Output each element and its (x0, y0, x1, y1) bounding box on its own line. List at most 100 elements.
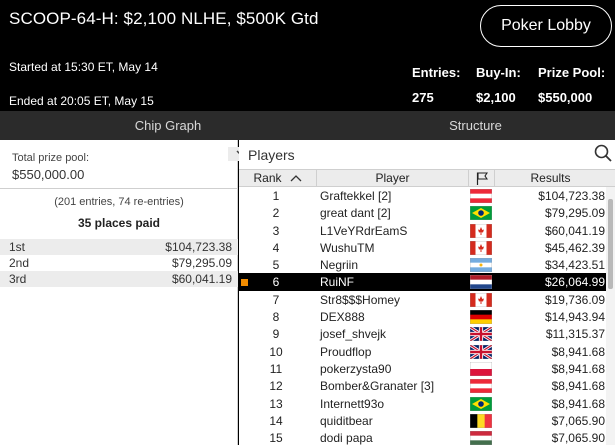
player-result: $34,423.51 (544, 258, 605, 273)
player-name: josef_shvejk (320, 327, 387, 342)
player-name: pokerzysta90 (320, 361, 392, 376)
player-result: $60,041.19 (544, 223, 605, 238)
player-rank: 11 (269, 361, 283, 376)
search-icon[interactable] (594, 144, 612, 162)
player-rank: 4 (272, 240, 280, 255)
player-name: Internett93o (320, 396, 385, 411)
player-result: $8,941.68 (551, 361, 605, 376)
buyin-label: Buy-In: (476, 65, 521, 80)
player-result: $19,736.09 (544, 292, 605, 307)
sort-up-icon (290, 175, 301, 182)
players-table-header: Rank Player Results (239, 169, 615, 187)
rank-header-label: Rank (253, 171, 282, 185)
prize-pool-value: $550,000 (538, 90, 593, 105)
player-row[interactable]: 1 Graftekkel [2] $104,723.38 (239, 187, 606, 204)
player-rank: 12 (269, 379, 283, 394)
payout-list: 1st $104,723.38 2nd $79,295.09 3rd $60,0… (0, 239, 238, 287)
player-name: L1VeYRdrEamS (320, 223, 408, 238)
results-column-header[interactable]: Results (495, 170, 606, 186)
player-rank: 9 (272, 327, 280, 342)
entries-label: Entries: (412, 65, 461, 80)
payout-row: 2nd $79,295.09 (0, 255, 238, 271)
player-rank: 15 (269, 431, 283, 445)
poland-flag-icon (470, 361, 492, 376)
player-rank: 3 (272, 223, 280, 238)
player-rank: 2 (272, 206, 280, 221)
argentina-flag-icon (470, 258, 492, 273)
prize-panel: Total prize pool: $550,000.00 (201 entri… (0, 140, 238, 445)
buyin-value: $2,100 (476, 90, 516, 105)
player-row[interactable]: 7 Str8$$$Homey $19,736.09 (239, 291, 606, 308)
players-scrollbar[interactable] (606, 187, 615, 445)
payout-amount: $104,723.38 (165, 240, 232, 254)
player-result: $79,295.09 (544, 206, 605, 221)
poker-lobby-button[interactable]: Poker Lobby (480, 5, 612, 47)
player-name: great dant [2] (320, 206, 391, 221)
players-panel: Players Rank Player Results 1 Graftekkel … (239, 140, 615, 445)
player-rank: 10 (269, 344, 283, 359)
player-row[interactable]: 3 L1VeYRdrEamS $60,041.19 (239, 222, 606, 239)
player-rank: 8 (272, 310, 280, 325)
player-result: $26,064.99 (544, 275, 605, 290)
rank-column-header[interactable]: Rank (239, 170, 317, 186)
selected-player-marker (241, 279, 248, 286)
payout-place: 2nd (9, 256, 30, 270)
total-prize-pool-value: $550,000.00 (12, 167, 85, 182)
payout-row: 1st $104,723.38 (0, 239, 238, 255)
player-row[interactable]: 14 quiditbear $7,065.90 (239, 412, 606, 429)
player-result: $11,315.37 (545, 327, 605, 342)
payout-amount: $79,295.09 (171, 256, 232, 270)
player-name: DEX888 (320, 310, 365, 325)
tab-bar: Chip Graph Structure (0, 111, 615, 140)
tab-chip-graph[interactable]: Chip Graph (0, 111, 336, 140)
start-time: Started at 15:30 ET, May 14 (9, 60, 158, 74)
player-column-header[interactable]: Player (317, 170, 469, 186)
places-paid: 35 places paid (77, 216, 161, 230)
player-name: Graftekkel [2] (320, 189, 392, 203)
scrollbar-thumb[interactable] (608, 199, 613, 289)
player-name: dodi papa (320, 431, 373, 445)
player-row[interactable]: 11 pokerzysta90 $8,941.68 (239, 360, 606, 377)
player-row[interactable]: 4 WushuTM $45,462.39 (239, 239, 606, 256)
player-row[interactable]: 6 RuiNF $26,064.99 (239, 273, 606, 291)
prize-pool-label: Prize Pool: (538, 65, 606, 80)
player-row[interactable]: 12 Bomber&Granater [3] $8,941.68 (239, 377, 606, 394)
player-rank: 13 (269, 396, 283, 411)
austria-flag-icon (470, 189, 492, 203)
hungary-flag-icon (470, 431, 492, 445)
player-row[interactable]: 10 Proudflop $8,941.68 (239, 343, 606, 360)
canada-flag-icon (470, 240, 492, 255)
canada-flag-icon (470, 223, 492, 238)
uk-flag-icon (470, 327, 492, 342)
players-table-body: 1 Graftekkel [2] $104,723.38 2 great dant [2… (239, 187, 606, 445)
player-name: Negriin (320, 258, 359, 273)
player-result: $45,462.39 (544, 240, 605, 255)
player-row[interactable]: 2 great dant [2] $79,295.09 (239, 204, 606, 221)
uk-flag-icon (470, 344, 492, 359)
payout-amount: $60,041.19 (171, 272, 232, 286)
payout-row: 3rd $60,041.19 (0, 271, 238, 287)
entries-breakdown: (201 entries, 74 re-entries) (54, 196, 184, 208)
player-row[interactable]: 15 dodi papa $7,065.90 (239, 429, 606, 445)
player-result: $8,941.68 (551, 396, 605, 411)
player-row[interactable]: 13 Internett93o $8,941.68 (239, 395, 606, 412)
player-name: Str8$$$Homey (320, 292, 401, 307)
player-result: $7,065.90 (551, 431, 605, 445)
player-name: Bomber&Granater [3] (320, 379, 435, 394)
player-row[interactable]: 9 josef_shvejk $11,315.37 (239, 325, 606, 342)
player-result: $8,941.68 (551, 379, 605, 394)
player-result: $8,941.68 (551, 344, 605, 359)
canada-flag-icon (470, 292, 492, 307)
player-name: RuiNF (320, 275, 355, 290)
tab-structure[interactable]: Structure (336, 111, 615, 140)
player-rank: 1 (272, 189, 280, 203)
player-name: quiditbear (320, 413, 373, 428)
brazil-flag-icon (470, 206, 492, 221)
player-rank: 6 (272, 275, 280, 290)
flag-icon (476, 171, 488, 185)
player-row[interactable]: 5 Negriin $34,423.51 (239, 256, 606, 273)
player-row[interactable]: 8 DEX888 $14,943.94 (239, 308, 606, 325)
player-rank: 14 (269, 413, 283, 428)
flag-column-header[interactable] (469, 170, 495, 186)
belgium-flag-icon (470, 413, 492, 428)
